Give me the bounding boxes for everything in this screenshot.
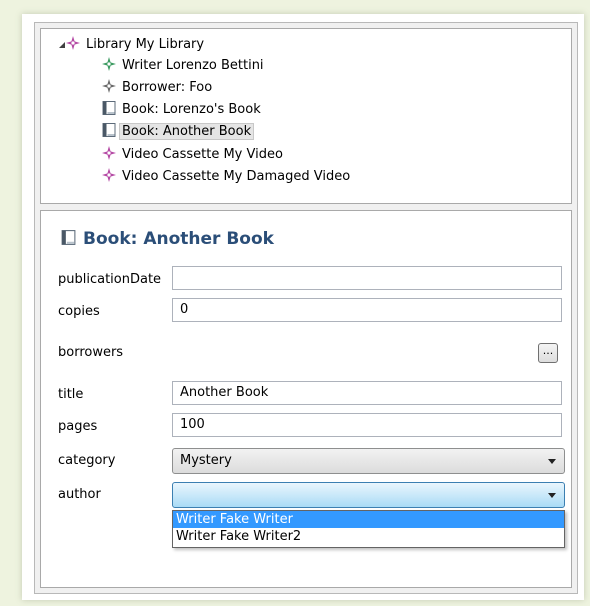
tree-item-book-lorenzo[interactable]: Book: Lorenzo's Book <box>101 100 261 120</box>
writer-icon <box>102 57 116 71</box>
title-field[interactable]: Another Book <box>172 381 562 405</box>
tree-item-label: Video Cassette My Video <box>122 147 283 162</box>
dropdown-option[interactable]: Writer Fake Writer2 <box>173 528 564 545</box>
title-label: title <box>58 387 84 402</box>
book-icon <box>102 101 116 115</box>
video-cassette-icon <box>102 146 116 160</box>
borrowers-edit-button[interactable]: ... <box>538 343 558 363</box>
tree-item-label: Video Cassette My Damaged Video <box>122 169 351 184</box>
copies-label: copies <box>58 304 100 319</box>
dropdown-option[interactable]: Writer Fake Writer <box>173 511 564 528</box>
author-dropdown-list[interactable]: Writer Fake Writer Writer Fake Writer2 <box>172 510 565 548</box>
video-cassette-icon <box>102 168 116 182</box>
pages-field[interactable]: 100 <box>172 413 562 437</box>
tree-item-video-my-video[interactable]: Video Cassette My Video <box>101 145 283 165</box>
author-label: author <box>58 487 101 502</box>
category-select-value: Mystery <box>180 453 232 468</box>
tree-item-writer[interactable]: Writer Lorenzo Bettini <box>101 56 264 76</box>
pages-label: pages <box>58 419 98 434</box>
tree-item-label: Borrower: Foo <box>122 80 213 95</box>
tree-item-label: Library My Library <box>86 37 205 52</box>
borrower-icon <box>102 79 116 93</box>
author-select[interactable] <box>172 482 565 508</box>
chevron-down-icon <box>548 493 556 498</box>
tree-item-library[interactable]: Library My Library <box>65 35 204 55</box>
tree-item-video-damaged[interactable]: Video Cassette My Damaged Video <box>101 167 350 187</box>
detail-title-text: Book: Another Book <box>83 229 274 249</box>
category-select[interactable]: Mystery <box>172 448 565 474</box>
chevron-down-icon <box>548 459 556 464</box>
tree-item-borrower[interactable]: Borrower: Foo <box>101 78 212 98</box>
book-icon <box>102 123 116 137</box>
publication-date-field[interactable] <box>172 266 562 290</box>
tree-item-label: Book: Another Book <box>119 123 255 140</box>
tree-item-book-another[interactable]: Book: Another Book <box>101 122 255 142</box>
category-label: category <box>58 453 116 468</box>
borrowers-label: borrowers <box>58 345 124 360</box>
library-icon <box>66 36 80 50</box>
book-icon <box>61 230 76 245</box>
publication-date-label: publicationDate <box>58 272 162 287</box>
tree-item-label: Book: Lorenzo's Book <box>122 102 261 117</box>
copies-field[interactable]: 0 <box>172 298 562 322</box>
page-title: Book: Another Book <box>60 229 274 249</box>
tree-item-label: Writer Lorenzo Bettini <box>122 58 264 73</box>
